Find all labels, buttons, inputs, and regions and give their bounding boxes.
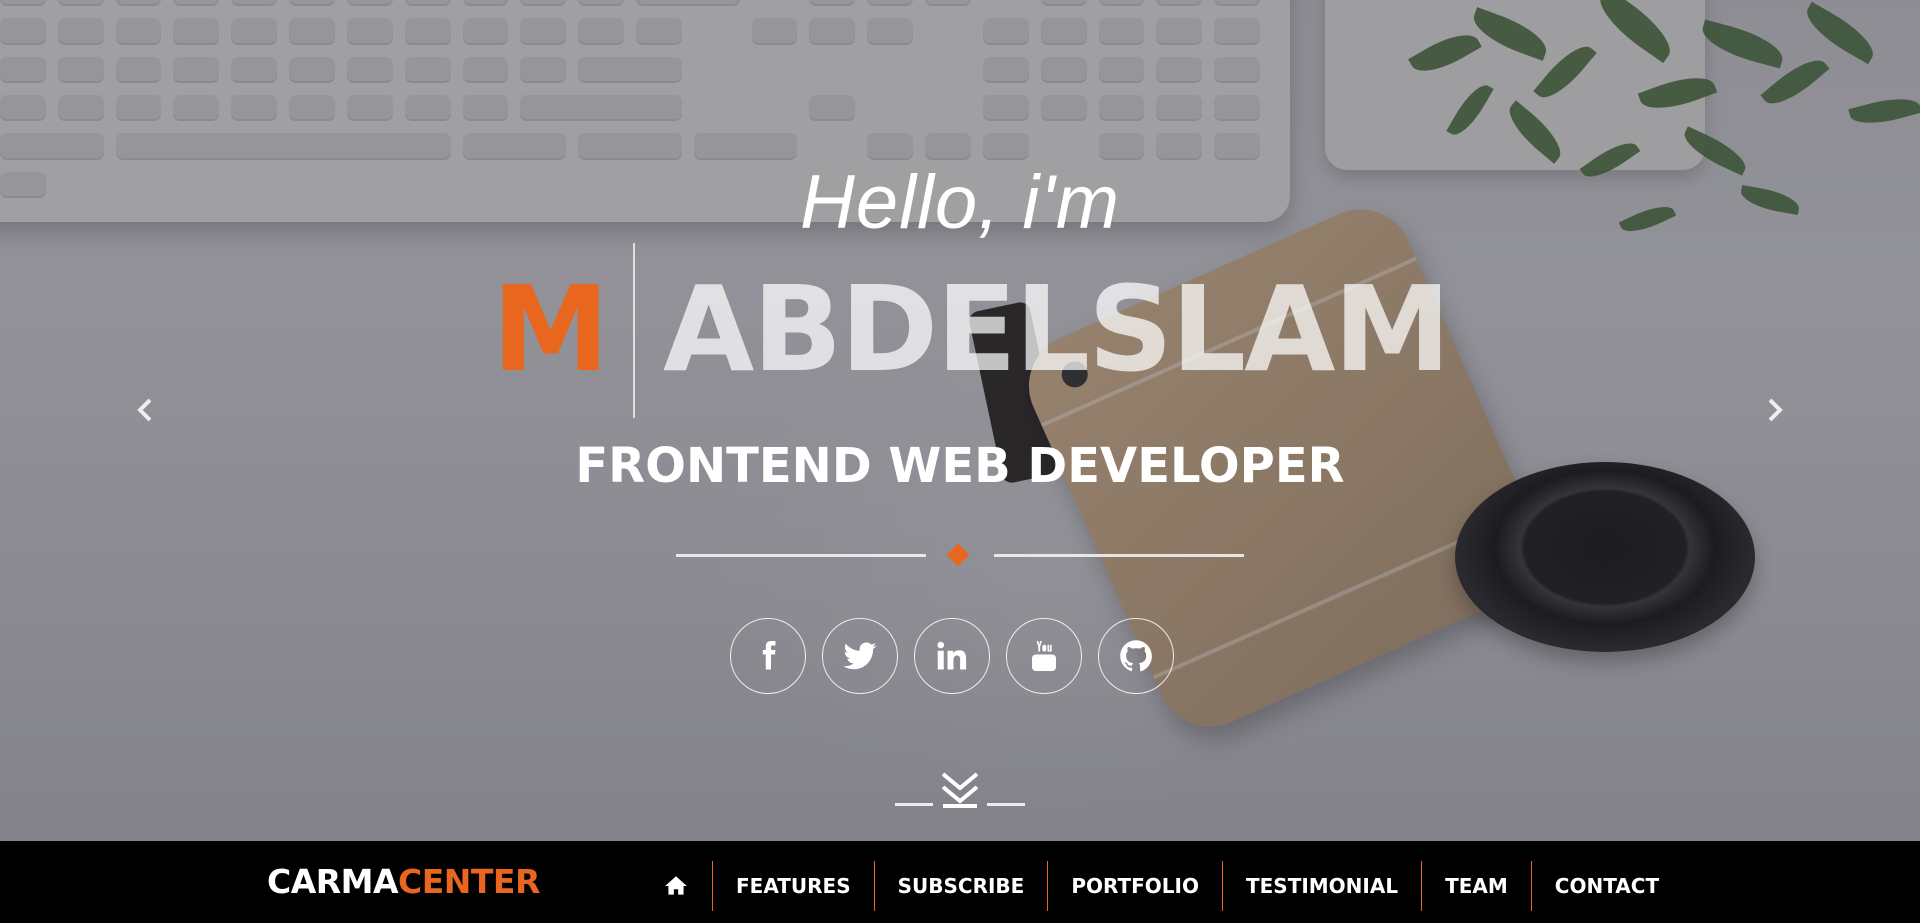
nav-testimonial[interactable]: TESTIMONIAL (1221, 861, 1421, 911)
navbar: CARMACENTER FEATURES SUBSCRIBE PORTFOLIO… (0, 841, 1920, 923)
scroll-line-left (895, 803, 933, 806)
nav-team[interactable]: TEAM (1421, 861, 1531, 911)
brand-logo[interactable]: CARMACENTER (267, 861, 540, 903)
chevron-right-icon (1768, 398, 1783, 422)
main-nav: FEATURES SUBSCRIBE PORTFOLIO TESTIMONIAL… (640, 861, 1682, 911)
double-chevron-down-icon (941, 772, 979, 808)
facebook-icon (762, 641, 776, 670)
linkedin-icon (937, 641, 967, 670)
social-links (730, 618, 1174, 694)
hero-content: Hello, i'm M ABDELSLAM FRONTEND WEB DEVE… (0, 0, 1920, 841)
role-title: FRONTEND WEB DEVELOPER (575, 438, 1345, 494)
github-icon (1120, 640, 1152, 672)
name-surname: ABDELSLAM (663, 260, 1451, 398)
nav-subscribe[interactable]: SUBSCRIBE (873, 861, 1048, 911)
nav-portfolio[interactable]: PORTFOLIO (1047, 861, 1222, 911)
chevron-left-icon (137, 398, 152, 422)
greeting-text: Hello, i'm (799, 160, 1121, 245)
slider-prev-button[interactable] (130, 390, 160, 430)
ornament-divider (0, 543, 1920, 567)
slider-next-button[interactable] (1760, 390, 1790, 430)
name-divider (633, 243, 635, 418)
facebook-button[interactable] (730, 618, 806, 694)
youtube-icon (1032, 641, 1056, 671)
twitter-button[interactable] (822, 618, 898, 694)
linkedin-button[interactable] (914, 618, 990, 694)
youtube-button[interactable] (1006, 618, 1082, 694)
name-initial: M (492, 260, 610, 398)
diamond-icon (946, 543, 970, 567)
scroll-down-button[interactable] (895, 770, 1025, 810)
brand-part1: CARMA (267, 862, 399, 901)
scroll-line-right (987, 803, 1025, 806)
hero-slider: Hello, i'm M ABDELSLAM FRONTEND WEB DEVE… (0, 0, 1920, 841)
divider-line-right (994, 554, 1244, 557)
nav-features[interactable]: FEATURES (712, 861, 874, 911)
home-icon (665, 876, 687, 895)
nav-contact[interactable]: CONTACT (1530, 861, 1682, 911)
twitter-icon (843, 642, 877, 670)
divider-line-left (676, 554, 926, 557)
nav-home[interactable] (640, 861, 712, 911)
name-heading: M ABDELSLAM (0, 243, 1920, 418)
github-button[interactable] (1098, 618, 1174, 694)
brand-part2: CENTER (398, 862, 540, 901)
